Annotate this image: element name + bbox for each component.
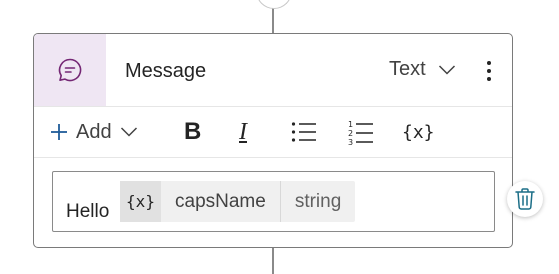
add-button[interactable]: Add <box>50 107 138 157</box>
numbered-list-icon: 1 2 3 <box>348 120 373 145</box>
flow-connector-node[interactable] <box>256 0 292 9</box>
chevron-down-icon <box>438 64 455 75</box>
bullet-list-button[interactable] <box>291 107 317 157</box>
bold-button[interactable]: B <box>184 107 201 157</box>
svg-text:1: 1 <box>348 120 353 129</box>
more-dot <box>487 69 491 73</box>
message-type-value: Text <box>389 58 426 80</box>
variable-icon: {x} <box>402 121 435 143</box>
delete-button[interactable] <box>507 181 543 217</box>
numbered-list-button[interactable]: 1 2 3 <box>348 107 374 157</box>
variable-name: capsName <box>161 181 281 222</box>
card-header: Message Text <box>34 34 512 107</box>
message-type-dropdown[interactable]: Text <box>389 58 456 81</box>
variable-icon: {x} <box>120 181 161 222</box>
message-node-card[interactable]: Message Text Add B I 1 2 3 {x} Hello {x}… <box>33 33 543 248</box>
bold-icon: B <box>184 118 202 145</box>
more-dot <box>487 77 491 81</box>
more-options-button[interactable] <box>477 56 501 86</box>
variable-chip[interactable]: {x} capsName string <box>120 181 356 222</box>
italic-button[interactable]: I <box>239 107 247 157</box>
message-text: Hello <box>66 201 110 222</box>
plus-icon <box>51 124 67 140</box>
flow-connector-bottom <box>272 248 274 274</box>
more-dot <box>487 61 491 65</box>
trash-icon <box>515 188 535 210</box>
add-button-label: Add <box>76 120 112 143</box>
italic-icon: I <box>239 118 247 145</box>
variable-type: string <box>294 190 342 212</box>
bullet-list-icon <box>291 122 316 142</box>
insert-variable-button[interactable]: {x} <box>402 107 435 157</box>
message-text-editor[interactable]: Hello {x} capsName string <box>52 171 495 232</box>
svg-text:2: 2 <box>348 129 353 138</box>
chat-bubble-icon <box>58 58 82 82</box>
chevron-down-icon <box>120 127 137 137</box>
card-title: Message <box>125 60 207 82</box>
message-icon-tile <box>34 34 106 106</box>
svg-text:3: 3 <box>348 138 353 145</box>
formatting-toolbar: Add B I 1 2 3 {x} <box>34 107 512 158</box>
